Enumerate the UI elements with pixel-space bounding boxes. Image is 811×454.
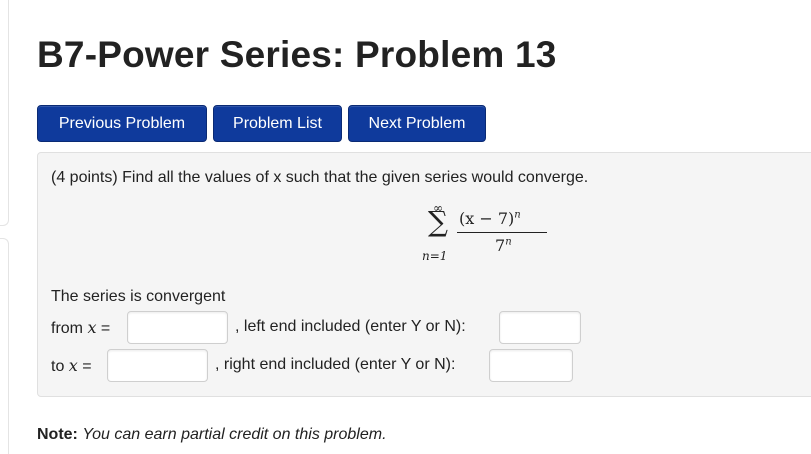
previous-problem-button[interactable]: Previous Problem xyxy=(37,105,207,142)
problem-list-button[interactable]: Problem List xyxy=(213,105,342,142)
numerator-exponent: n xyxy=(514,209,521,221)
denominator-base: 7 xyxy=(495,236,506,255)
from-eq: = xyxy=(96,320,111,337)
series-formula: ∞ ∑ n=1 (x − 7)n 7n xyxy=(422,201,585,273)
note-label: Note: xyxy=(37,426,78,443)
to-var: x xyxy=(68,356,78,375)
fraction-numerator: (x − 7)n xyxy=(459,209,521,228)
next-problem-button[interactable]: Next Problem xyxy=(348,105,486,142)
left-rail-top xyxy=(0,0,9,226)
numerator-base: (x − 7) xyxy=(459,209,515,228)
problem-panel: (4 points) Find all the values of x such… xyxy=(37,152,811,397)
right-end-label: , right end included (enter Y or N): xyxy=(215,356,456,373)
from-prefix: from xyxy=(51,320,88,337)
fraction-bar xyxy=(457,232,547,233)
from-x-input[interactable] xyxy=(127,311,228,344)
to-eq: = xyxy=(77,358,92,375)
sum-lower-limit: n=1 xyxy=(422,249,448,263)
left-rail-bottom xyxy=(0,238,9,454)
page-title: B7-Power Series: Problem 13 xyxy=(37,34,557,75)
to-x-input[interactable] xyxy=(107,349,208,382)
to-label: to x = xyxy=(51,356,92,376)
left-end-included-input[interactable] xyxy=(499,311,581,344)
note: Note: You can earn partial credit on thi… xyxy=(37,426,387,444)
problem-statement: (4 points) Find all the values of x such… xyxy=(51,169,589,186)
fraction-denominator: 7n xyxy=(495,236,512,255)
left-rail xyxy=(0,0,9,454)
left-end-label: , left end included (enter Y or N): xyxy=(235,318,466,335)
to-prefix: to xyxy=(51,358,69,375)
note-text: You can earn partial credit on this prob… xyxy=(82,426,387,443)
summation-sign: ∑ xyxy=(428,205,448,238)
denominator-exponent: n xyxy=(505,236,512,248)
right-end-included-input[interactable] xyxy=(489,349,573,382)
from-label: from x = xyxy=(51,318,110,338)
convergent-label: The series is convergent xyxy=(51,288,226,305)
